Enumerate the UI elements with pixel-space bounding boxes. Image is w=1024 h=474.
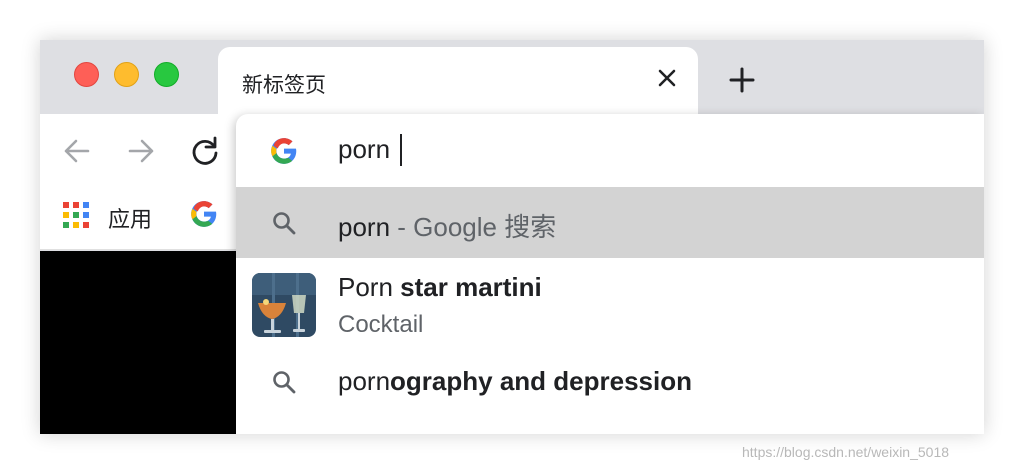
- omnibox-input[interactable]: porn: [236, 114, 984, 186]
- suggestion-text: porn - Google 搜索: [338, 207, 556, 244]
- tab-title: 新标签页: [242, 73, 326, 97]
- suggestion-item[interactable]: porn - Google 搜索: [236, 187, 984, 258]
- plus-icon[interactable]: [724, 62, 760, 98]
- google-icon: [270, 137, 298, 165]
- search-icon: [270, 368, 298, 396]
- minimize-window-button[interactable]: [114, 62, 139, 87]
- close-window-button[interactable]: [74, 62, 99, 87]
- apps-label[interactable]: 应用: [108, 202, 152, 234]
- search-icon: [270, 209, 298, 237]
- suggestion-item[interactable]: Porn star martini Cocktail: [236, 258, 984, 346]
- reload-icon[interactable]: [188, 134, 222, 168]
- suggestion-text: pornography and depression: [338, 366, 692, 397]
- suggestion-title-plain: Porn: [338, 272, 401, 302]
- cocktail-thumbnail: [252, 273, 316, 337]
- suggestion-query: porn: [338, 212, 391, 242]
- google-icon[interactable]: [190, 200, 218, 228]
- suggestion-subtitle: Cocktail: [338, 311, 424, 338]
- omnibox-input-text[interactable]: porn: [338, 134, 390, 165]
- suggestion-completion: ography and depression: [390, 366, 692, 396]
- suggestion-query: porn: [338, 366, 391, 396]
- text-caret: [400, 134, 402, 166]
- title-bar: 新标签页: [40, 40, 984, 114]
- arrow-right-icon[interactable]: [124, 134, 158, 168]
- watermark: https://blog.csdn.net/weixin_5018: [742, 444, 950, 460]
- tab-new-tab[interactable]: 新标签页: [218, 47, 698, 114]
- omnibox-dropdown: porn porn - Google 搜索 Porn star martini …: [236, 114, 984, 434]
- suggestion-item[interactable]: pornography and depression: [236, 346, 984, 418]
- suggestion-title: Porn star martini: [338, 272, 542, 303]
- suggestion-title-bold: star martini: [400, 272, 542, 302]
- browser-window: 新标签页 应用 porn porn - Google 搜索 Porn star …: [40, 40, 984, 434]
- maximize-window-button[interactable]: [154, 62, 179, 87]
- arrow-left-icon[interactable]: [60, 134, 94, 168]
- apps-grid-icon[interactable]: [62, 201, 90, 229]
- close-icon[interactable]: [652, 63, 682, 93]
- suggestion-suffix: - Google 搜索: [390, 212, 557, 242]
